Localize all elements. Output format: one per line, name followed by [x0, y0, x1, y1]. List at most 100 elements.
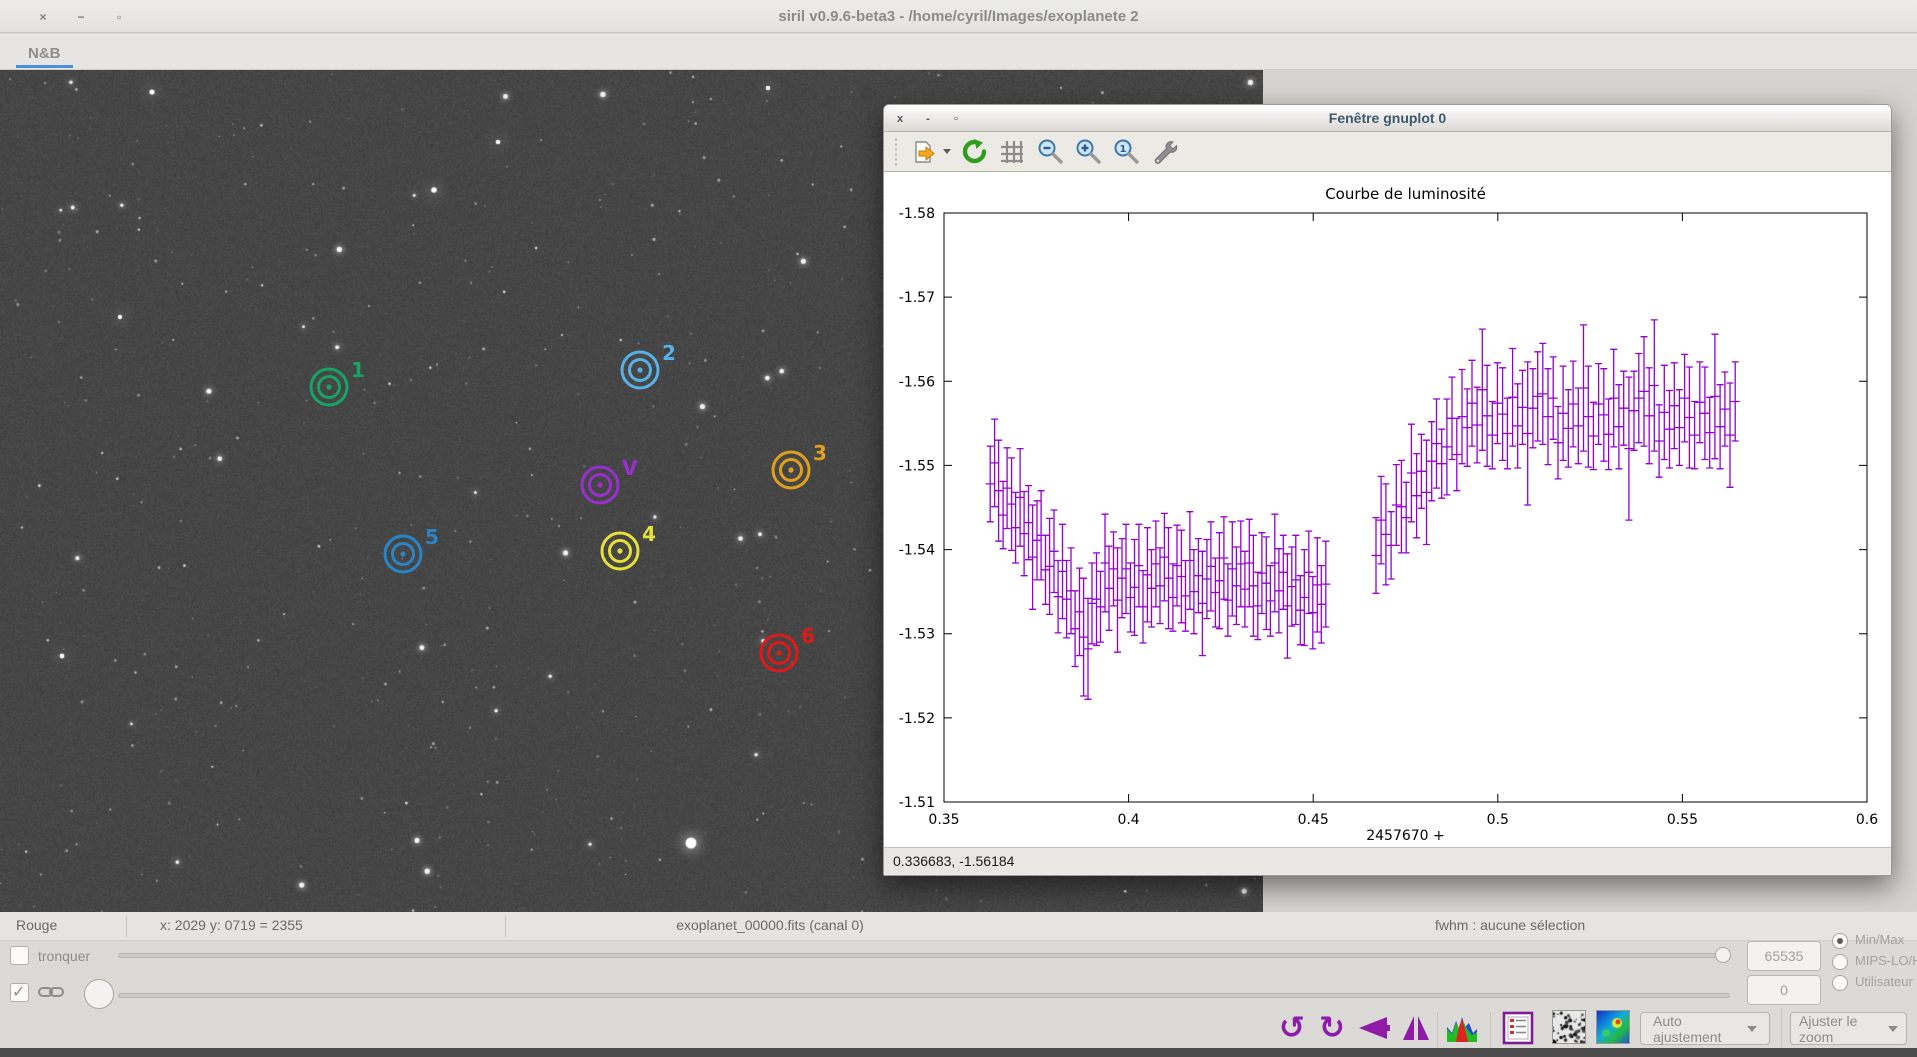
redo-icon[interactable]: ↻	[1312, 1008, 1352, 1048]
x-tick-label: 0.55	[1667, 812, 1698, 828]
radio-utilisateur-label: Utilisateur	[1855, 974, 1913, 989]
x-tick-label: 0.5	[1487, 812, 1509, 828]
light-curve-series	[986, 320, 1740, 699]
low-value-entry[interactable]: 0	[1747, 975, 1821, 1005]
channel-indicator: Rouge	[16, 917, 57, 933]
y-tick-label: -1.55	[899, 458, 935, 474]
zoom-original-icon[interactable]: 1	[1111, 137, 1141, 167]
radio-utilisateur[interactable]	[1832, 975, 1848, 991]
high-value-entry[interactable]: 65535	[1747, 941, 1821, 971]
radio-mipslohi[interactable]	[1832, 954, 1848, 970]
negative-view-thumbnail[interactable]	[1552, 1010, 1586, 1044]
filename-label: exoplanet_00000.fits (canal 0)	[560, 917, 980, 933]
star-marker[interactable]: 1	[311, 358, 365, 405]
star-marker[interactable]: V	[582, 456, 638, 503]
chevron-down-icon	[1747, 1026, 1757, 1032]
cursor-coordinates: 0.336683, -1.56184	[893, 853, 1014, 869]
chart-xlabel: 2457670 +	[1366, 828, 1445, 844]
link-thresholds-checkbox[interactable]: ✓	[10, 983, 29, 1002]
low-threshold-slider[interactable]	[118, 993, 1730, 998]
histogram-icon[interactable]	[1442, 1008, 1482, 1048]
star-marker[interactable]: 6	[761, 624, 815, 671]
false-color-view-thumbnail[interactable]	[1596, 1010, 1630, 1044]
radio-minmax-label: Min/Max	[1855, 932, 1904, 947]
gnuplot-titlebar[interactable]: x - ▫ Fenêtre gnuplot 0	[884, 105, 1891, 132]
star-marker-label: V	[622, 456, 638, 480]
statusbar-separator	[126, 916, 127, 937]
toolbar-separator	[1781, 1008, 1782, 1050]
mirror-vertical-icon[interactable]	[1396, 1008, 1436, 1048]
radio-mipslohi-label: MIPS-LO/HI	[1855, 953, 1917, 968]
gnuplot-window[interactable]: x - ▫ Fenêtre gnuplot 0	[883, 104, 1892, 876]
star-marker-label: 2	[662, 341, 676, 365]
chevron-down-icon	[1888, 1026, 1898, 1032]
pixel-value-readout: x: 2029 y: 0719 = 2355	[160, 917, 303, 933]
star-marker-label: 6	[801, 624, 815, 648]
y-tick-label: -1.54	[899, 543, 935, 559]
chain-link-icon	[38, 983, 64, 1001]
y-tick-label: -1.52	[899, 711, 935, 727]
app-titlebar: × − ▫ siril v0.9.6-beta3 - /home/cyril/I…	[0, 0, 1917, 33]
settings-wrench-icon[interactable]	[1149, 137, 1179, 167]
gnuplot-window-title: Fenêtre gnuplot 0	[1329, 110, 1446, 126]
zoom-fit-dropdown[interactable]: Ajuster le zoom	[1790, 1012, 1907, 1045]
tab-nb[interactable]: N&B	[10, 38, 79, 69]
undo-icon[interactable]: ↺	[1272, 1008, 1312, 1048]
radio-minmax[interactable]	[1832, 933, 1848, 949]
fwhm-label: fwhm : aucune sélection	[1435, 917, 1585, 933]
x-tick-label: 0.6	[1856, 812, 1878, 828]
statusbar-separator	[505, 916, 506, 937]
high-threshold-slider[interactable]	[118, 953, 1730, 958]
chart-title: Courbe de luminosité	[1325, 185, 1486, 203]
star-marker-label: 3	[813, 441, 827, 465]
gnuplot-toolbar: 1	[884, 132, 1891, 172]
gnuplot-minimize-icon[interactable]: -	[922, 113, 934, 125]
tronquer-checkbox[interactable]	[10, 946, 29, 965]
flip-horizontal-icon[interactable]	[1354, 1008, 1394, 1048]
high-slider-handle[interactable]	[1715, 947, 1731, 963]
minimize-icon[interactable]: −	[74, 10, 88, 24]
star-marker-label: 4	[642, 522, 656, 546]
gnuplot-close-icon[interactable]: x	[894, 113, 906, 125]
zoom-in-icon[interactable]	[1073, 137, 1103, 167]
star-marker-label: 1	[351, 358, 365, 382]
toolbar-drag-handle[interactable]	[894, 137, 899, 167]
gnuplot-statusbar: 0.336683, -1.56184	[884, 847, 1891, 874]
auto-adjust-dropdown[interactable]: Auto ajustement	[1640, 1012, 1770, 1045]
close-icon[interactable]: ×	[36, 10, 50, 24]
y-tick-label: -1.57	[899, 290, 935, 306]
tronquer-label: tronquer	[38, 948, 90, 964]
status-bar: Rouge x: 2029 y: 0719 = 2355 exoplanet_0…	[0, 912, 1917, 941]
toolbar-separator	[1490, 1012, 1491, 1048]
window-bottom-edge	[0, 1048, 1917, 1057]
grid-icon[interactable]	[997, 137, 1027, 167]
star-marker[interactable]: 3	[773, 441, 827, 488]
star-marker[interactable]: 2	[622, 341, 676, 388]
star-marker[interactable]: 5	[385, 525, 439, 572]
toolbar-separator	[1437, 1012, 1438, 1048]
svg-text:1: 1	[1119, 144, 1126, 155]
tab-bar: N&B	[0, 34, 1917, 70]
refresh-plot-icon[interactable]	[959, 137, 989, 167]
export-dropdown-arrow-icon[interactable]	[943, 149, 951, 154]
y-tick-label: -1.51	[899, 795, 935, 811]
plot-canvas[interactable]: Courbe de luminosité 2457670 + 0.35 0.4 0.45…	[884, 172, 1891, 847]
y-tick-label: -1.53	[899, 627, 935, 643]
export-plot-icon[interactable]	[909, 137, 939, 167]
light-curve-chart: Courbe de luminosité 2457670 + 0.35 0.4 0.45…	[884, 172, 1891, 847]
zoom-out-icon[interactable]	[1035, 137, 1065, 167]
log-list-icon[interactable]	[1498, 1008, 1538, 1048]
x-tick-label: 0.35	[928, 812, 959, 828]
y-tick-label: -1.58	[899, 206, 935, 222]
maximize-icon[interactable]: ▫	[112, 10, 126, 24]
tab-nb-label: N&B	[28, 45, 61, 62]
window-title: siril v0.9.6-beta3 - /home/cyril/Images/…	[778, 8, 1138, 25]
low-slider-handle[interactable]	[84, 979, 114, 1009]
y-tick-label: -1.56	[899, 374, 935, 390]
gnuplot-maximize-icon[interactable]: ▫	[950, 113, 962, 125]
star-marker[interactable]: 4	[602, 522, 656, 569]
tab-active-underline	[16, 65, 73, 68]
x-tick-label: 0.4	[1117, 812, 1139, 828]
star-marker-label: 5	[425, 525, 439, 549]
x-tick-label: 0.45	[1298, 812, 1329, 828]
